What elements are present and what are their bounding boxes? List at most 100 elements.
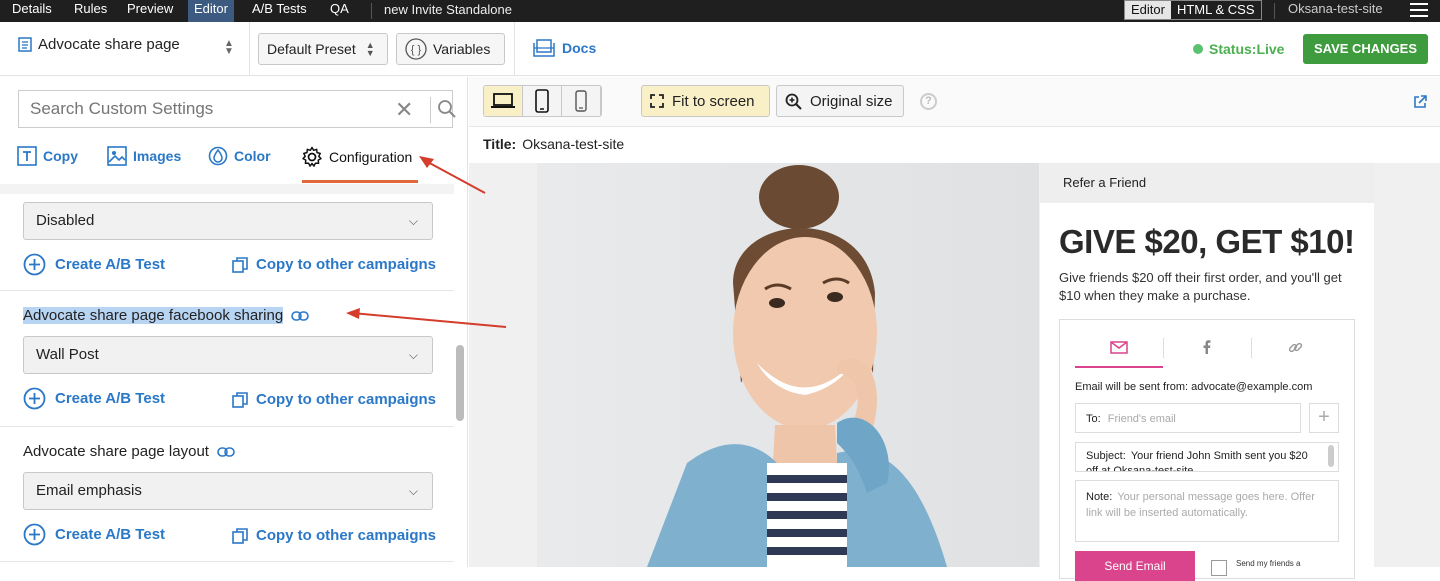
card-header: Refer a Friend xyxy=(1040,163,1374,203)
tab-rules[interactable]: Rules xyxy=(68,0,113,22)
note-label: Note: xyxy=(1086,491,1113,503)
image-icon xyxy=(107,146,127,166)
search-icon[interactable] xyxy=(437,99,457,119)
setting-label-text: Advocate share page layout xyxy=(23,443,209,460)
original-size-button[interactable]: Original size xyxy=(776,85,904,117)
preview-canvas: Refer a Friend GIVE $20, GET $10! Give f… xyxy=(469,163,1440,581)
copy-icon xyxy=(232,527,248,544)
create-ab-test-button[interactable]: Create A/B Test xyxy=(23,523,165,546)
add-friend-button[interactable]: + xyxy=(1309,403,1339,433)
share-tabs xyxy=(1075,328,1340,368)
email-share-tab[interactable] xyxy=(1075,328,1163,366)
friend-email-field[interactable]: To: Friend's email xyxy=(1075,403,1301,433)
tab-copy[interactable]: Copy xyxy=(17,146,78,166)
link-share-tab[interactable] xyxy=(1251,328,1339,366)
variables-button[interactable]: { } Variables xyxy=(396,33,505,65)
laptop-icon xyxy=(491,93,515,108)
tab-color[interactable]: Color xyxy=(208,146,271,166)
setting-label: Advocate share page layout xyxy=(23,443,235,460)
chevron-down-icon: ⌵ xyxy=(408,214,418,228)
setting-section: Disabled ⌵ Create A/B Test Copy to other… xyxy=(0,184,454,291)
zoom-icon xyxy=(785,93,802,110)
divider xyxy=(514,22,515,76)
tab-images[interactable]: Images xyxy=(107,146,181,166)
divider xyxy=(1251,338,1252,358)
search-input[interactable] xyxy=(19,91,379,127)
svg-text:{ }: { } xyxy=(411,44,422,56)
note-field[interactable]: Note: Your personal message goes here. O… xyxy=(1075,480,1339,542)
book-icon xyxy=(533,39,555,57)
page-select[interactable]: Advocate share page xyxy=(18,36,180,53)
link-icon[interactable] xyxy=(217,446,235,457)
tab-qa[interactable]: QA xyxy=(324,0,355,22)
gear-icon xyxy=(302,146,322,167)
document-icon xyxy=(18,37,32,52)
docs-link[interactable]: Docs xyxy=(532,38,596,58)
scrollbar-thumb[interactable] xyxy=(456,345,464,421)
to-label: To: xyxy=(1086,413,1101,425)
envelope-icon xyxy=(1110,340,1128,354)
preset-select-label: Default Preset xyxy=(267,41,356,57)
external-link-icon[interactable] xyxy=(1413,95,1427,109)
mode-editor-button[interactable]: Editor xyxy=(1125,1,1171,19)
copy-icon xyxy=(232,391,248,408)
status-indicator: Status:Live xyxy=(1193,41,1284,57)
setting-section: Advocate share page layout Email emphasi… xyxy=(0,428,454,562)
setting-select[interactable]: Email emphasis ⌵ xyxy=(23,472,433,510)
clear-search-icon[interactable]: ✕ xyxy=(395,97,413,123)
hero-photo xyxy=(537,163,1039,567)
plus-circle-icon xyxy=(23,387,46,410)
tab-ab-tests[interactable]: A/B Tests xyxy=(246,0,313,22)
tablet-view-button[interactable] xyxy=(523,86,562,116)
hamburger-menu-icon[interactable] xyxy=(1410,3,1428,17)
droplet-icon xyxy=(208,146,228,166)
tab-configuration[interactable]: Configuration xyxy=(301,146,412,168)
help-icon[interactable]: ? xyxy=(920,93,937,110)
original-size-label: Original size xyxy=(810,92,893,110)
docs-label: Docs xyxy=(562,40,597,56)
copy-to-campaigns-button[interactable]: Copy to other campaigns xyxy=(232,527,436,544)
phone-icon xyxy=(575,90,587,112)
scrollbar-thumb[interactable] xyxy=(1328,445,1334,467)
title-label: Title: xyxy=(483,136,517,152)
settings-list: Disabled ⌵ Create A/B Test Copy to other… xyxy=(0,184,454,567)
preset-select[interactable]: Default Preset ▲ ▼ xyxy=(258,33,388,65)
top-nav: Details Rules Preview Editor A/B Tests Q… xyxy=(0,0,1440,22)
copy-to-campaigns-button[interactable]: Copy to other campaigns xyxy=(232,391,436,408)
setting-label: Advocate share page facebook sharing xyxy=(23,307,309,324)
mode-html-css-button[interactable]: HTML & CSS xyxy=(1171,1,1261,19)
subject-field[interactable]: Subject: Your friend John Smith sent you… xyxy=(1075,442,1339,472)
send-email-button[interactable]: Send Email xyxy=(1075,551,1195,581)
site-name[interactable]: Oksana-test-site xyxy=(1288,0,1383,18)
mobile-view-button[interactable] xyxy=(562,86,601,116)
setting-select[interactable]: Disabled ⌵ xyxy=(23,202,433,240)
facebook-share-tab[interactable] xyxy=(1163,328,1251,366)
tab-editor[interactable]: Editor xyxy=(188,0,234,22)
link-icon[interactable] xyxy=(291,310,309,321)
tab-color-label: Color xyxy=(234,148,271,164)
tab-copy-label: Copy xyxy=(43,148,78,164)
send-reminder-checkbox[interactable] xyxy=(1211,560,1227,576)
create-ab-test-button[interactable]: Create A/B Test xyxy=(23,253,165,276)
updown-caret-icon[interactable]: ▲ ▼ xyxy=(224,39,234,57)
title-value: Oksana-test-site xyxy=(522,136,625,152)
create-ab-test-button[interactable]: Create A/B Test xyxy=(23,387,165,410)
setting-select-value: Disabled xyxy=(36,212,95,229)
tab-details[interactable]: Details xyxy=(6,0,58,22)
tab-configuration-label: Configuration xyxy=(329,149,413,165)
create-ab-test-label: Create A/B Test xyxy=(55,256,166,273)
chevron-down-icon: ⌵ xyxy=(408,348,418,362)
fit-to-screen-button[interactable]: Fit to screen xyxy=(641,85,770,117)
desktop-view-button[interactable] xyxy=(484,86,523,116)
striped-shirt xyxy=(767,463,847,567)
save-changes-button[interactable]: SAVE CHANGES xyxy=(1303,34,1428,64)
preview-panel: Fit to screen Original size ? Title: Oksa… xyxy=(469,77,1440,581)
copy-icon xyxy=(232,256,248,273)
setting-select[interactable]: Wall Post ⌵ xyxy=(23,336,433,374)
tab-preview[interactable]: Preview xyxy=(121,0,179,22)
page-select-label: Advocate share page xyxy=(38,36,180,53)
refer-card: Refer a Friend GIVE $20, GET $10! Give f… xyxy=(1040,163,1374,581)
copy-to-campaigns-button[interactable]: Copy to other campaigns xyxy=(232,256,436,273)
copy-to-campaigns-label: Copy to other campaigns xyxy=(256,256,437,273)
chain-link-icon xyxy=(1288,342,1302,352)
